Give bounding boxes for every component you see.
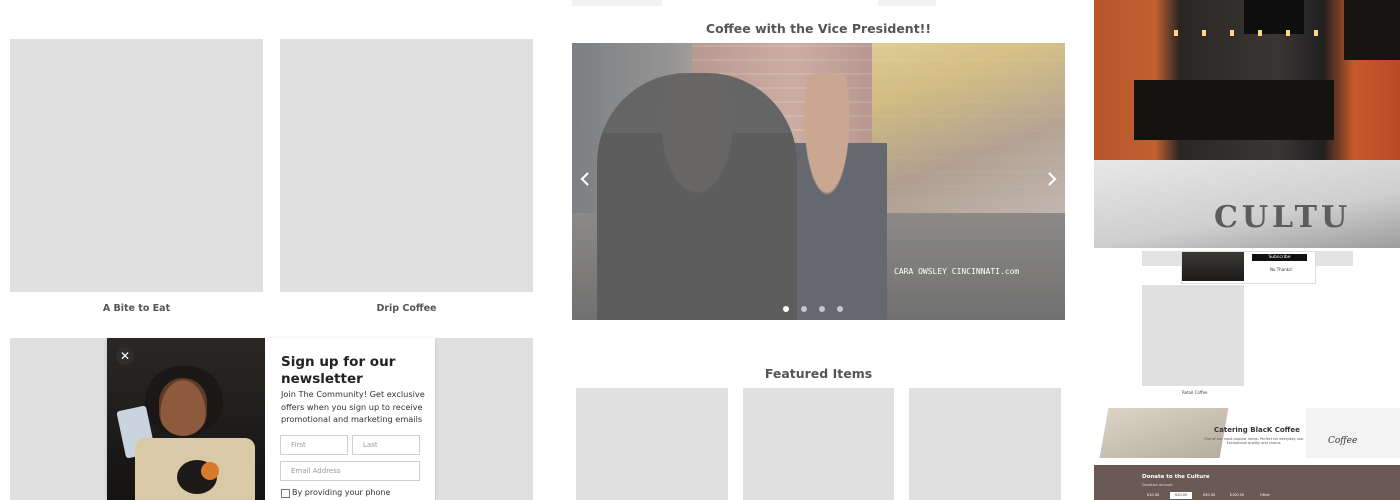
catering-description: One of our most popular items. Perfect f…: [1204, 437, 1304, 445]
featured-item[interactable]: [743, 388, 894, 500]
chevron-right-icon[interactable]: [1042, 171, 1062, 191]
carousel-title: Coffee with the Vice President!!: [705, 21, 932, 36]
close-icon[interactable]: ✕: [116, 347, 134, 365]
newsletter-text: Join The Community! Get exclusive offers…: [281, 389, 425, 424]
top-strip: [878, 0, 936, 6]
coffee-box-image: [1099, 408, 1229, 458]
sack-logo-accent: [201, 462, 219, 480]
carousel-dot-1[interactable]: [783, 306, 789, 312]
carousel-dot-2[interactable]: [801, 306, 807, 312]
consent-checkbox[interactable]: [281, 489, 290, 498]
no-thanks-link[interactable]: No Thanks!: [1270, 267, 1293, 272]
retail-coffee-image[interactable]: [1142, 285, 1244, 386]
donate-subtitle: Donation amount: [1142, 483, 1173, 487]
donate-option[interactable]: $20.00: [1170, 492, 1192, 499]
product-caption[interactable]: A Bite to Eat: [10, 303, 263, 314]
featured-title: Featured Items: [764, 366, 873, 381]
catering-title: Catering BlacK Coffee: [1214, 426, 1300, 434]
carousel-dot-4[interactable]: [837, 306, 843, 312]
first-name-field[interactable]: First: [280, 435, 348, 455]
carousel-dots: [783, 306, 843, 312]
product-image-bite-to-eat[interactable]: [10, 39, 263, 292]
menu-board: [1244, 0, 1304, 34]
top-strip: [572, 0, 662, 6]
donate-option[interactable]: $100.00: [1226, 492, 1248, 499]
photo-carousel[interactable]: CARA OWSLEY CINCINNATI.com: [572, 43, 1065, 320]
coffee-logo: [1306, 408, 1400, 458]
last-name-field[interactable]: Last: [352, 435, 420, 455]
mini-popup-image: [1182, 252, 1244, 281]
coffee-shelf: [1134, 80, 1334, 140]
coffee-logo-text: Coffee: [1328, 436, 1358, 446]
retail-coffee-caption[interactable]: Retail Coffee: [1182, 390, 1208, 395]
chevron-left-icon[interactable]: [575, 171, 595, 191]
photo-watermark: CARA OWSLEY CINCINNATI.com: [894, 267, 1020, 276]
newsletter-title: Sign up for our newsletter: [281, 354, 396, 387]
counter-lettering: CULTU: [1214, 200, 1352, 235]
image-overlay: [572, 43, 1065, 320]
product-caption[interactable]: Drip Coffee: [280, 303, 533, 314]
donate-option[interactable]: Other: [1254, 492, 1276, 499]
product-image-drip-coffee[interactable]: [280, 39, 533, 292]
woman-face: [159, 378, 207, 436]
catering-banner[interactable]: Catering BlacK Coffee One of our most po…: [1094, 408, 1400, 465]
consent-label: By providing your phone: [292, 488, 391, 497]
donate-option[interactable]: $10.00: [1142, 492, 1164, 499]
carousel-dot-3[interactable]: [819, 306, 825, 312]
subscribe-button[interactable]: Subscribe: [1252, 254, 1307, 261]
cafe-interior-photo: CULTU: [1094, 0, 1400, 248]
donate-title: Donate to the Culture: [1142, 474, 1210, 480]
newsletter-modal: ✕ Sign up for our newsletter Join The Co…: [107, 338, 435, 500]
donate-section: Donate to the Culture Donation amount $1…: [1094, 465, 1400, 500]
email-field[interactable]: Email Address: [280, 461, 420, 481]
donate-option[interactable]: $50.00: [1198, 492, 1220, 499]
featured-item[interactable]: [576, 388, 728, 500]
menu-board: [1344, 0, 1400, 60]
ceiling-lights: [1174, 30, 1334, 36]
donate-options: $10.00 $20.00 $50.00 $100.00 Other: [1142, 492, 1276, 499]
featured-item[interactable]: [909, 388, 1061, 500]
